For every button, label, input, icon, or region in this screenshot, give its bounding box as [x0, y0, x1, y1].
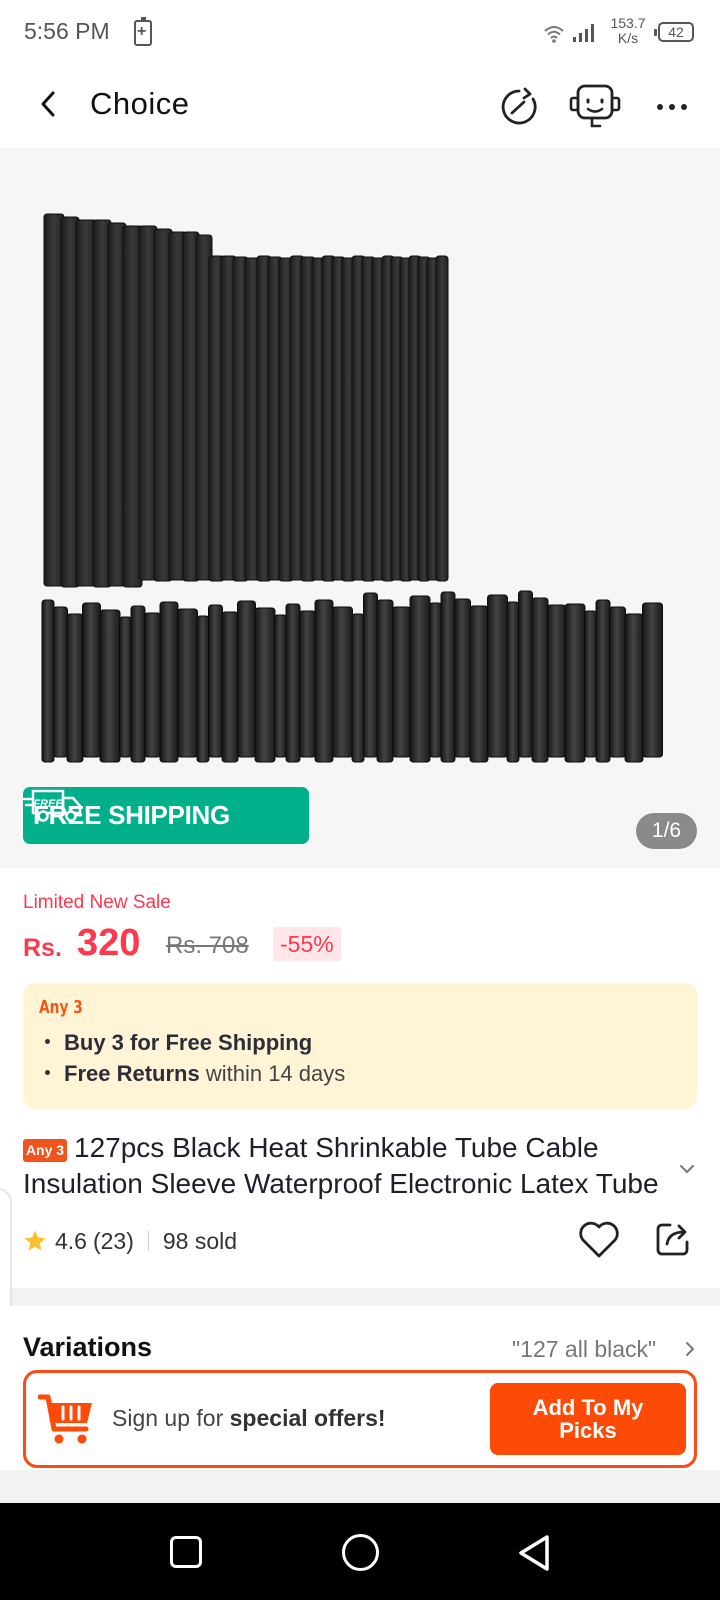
chevron-down-icon[interactable]	[676, 1162, 698, 1176]
cart-icon	[38, 1394, 92, 1444]
free-shipping-badge: FREE FREE SHIPPING	[23, 787, 309, 844]
network-speed-unit: K/s	[617, 30, 639, 46]
nav-back-icon[interactable]	[516, 1533, 552, 1573]
lower-tube-row	[41, 590, 663, 763]
sale-label: Limited New Sale	[23, 892, 171, 913]
original-price: Rs. 708	[166, 932, 249, 959]
history-icon[interactable]	[497, 85, 541, 129]
divider	[147, 1231, 149, 1251]
star-icon	[24, 1230, 46, 1251]
battery-saver-icon: +	[134, 17, 152, 46]
variations-title: Variations	[23, 1332, 153, 1362]
page-title: Choice	[90, 86, 190, 121]
variations-selected: "127 all black"	[512, 1336, 657, 1362]
more-icon	[657, 104, 663, 110]
heart-icon[interactable]	[578, 1220, 620, 1260]
promo-badge: Any 3	[39, 997, 83, 1018]
share-icon[interactable]	[654, 1220, 692, 1258]
title-badge: Any 3	[23, 1139, 67, 1162]
sold-count: 98 sold	[162, 1227, 238, 1254]
status-time: 5:56 PM	[24, 18, 110, 44]
upper-tube-row	[43, 213, 449, 588]
network-speed-value: 153.7	[610, 15, 646, 31]
wifi-icon	[544, 26, 564, 43]
more-options-button[interactable]	[652, 89, 692, 125]
product-image-gallery[interactable]: FREE FREE SHIPPING 1/6	[0, 148, 720, 868]
add-to-picks-button[interactable]: Add To My Picks	[490, 1383, 686, 1455]
recents-button[interactable]	[170, 1536, 202, 1568]
current-price: 320	[77, 922, 141, 964]
product-image	[41, 213, 663, 763]
signal-icon	[573, 24, 594, 42]
system-nav-bar	[0, 1503, 720, 1600]
price-currency: Rs.	[23, 934, 62, 962]
battery-icon: 42	[654, 22, 694, 42]
rating-row[interactable]: 4.6 (23) 98 sold	[23, 1225, 237, 1257]
promo-box[interactable]: Any 3 Buy 3 for Free Shipping Free Retur…	[23, 983, 697, 1109]
product-title[interactable]: 127pcs Black Heat Shrinkable Tube Cable …	[23, 1130, 663, 1202]
support-bot-icon[interactable]	[568, 80, 622, 130]
back-button[interactable]	[28, 84, 68, 124]
status-bar: 5:56 PM + 153.7 K/s 42	[0, 0, 720, 64]
network-speed: 153.7 K/s	[606, 16, 650, 46]
truck-badge-text: FREE	[33, 798, 63, 810]
signup-banner[interactable]: Sign up for special offers! Add To My Pi…	[23, 1370, 697, 1468]
review-count: (23)	[92, 1227, 134, 1254]
signup-text: Sign up for special offers!	[112, 1405, 386, 1431]
home-button[interactable]	[342, 1534, 379, 1571]
truck-icon: FREE	[23, 789, 82, 822]
product-info-card: Limited New Sale Rs. 320 Rs. 708 -55% An…	[0, 868, 720, 1288]
rating-value: 4.6	[55, 1227, 87, 1254]
image-counter: 1/6	[636, 813, 697, 849]
chevron-right-icon	[686, 1342, 694, 1356]
promo-line-shipping: Buy 3 for Free Shipping	[45, 1030, 312, 1056]
discount-badge: -55%	[273, 927, 341, 961]
promo-line-returns: Free Returns within 14 days	[45, 1061, 345, 1087]
app-header: Choice	[0, 64, 720, 148]
back-arrow-icon	[41, 91, 55, 117]
battery-level: 42	[668, 24, 684, 40]
